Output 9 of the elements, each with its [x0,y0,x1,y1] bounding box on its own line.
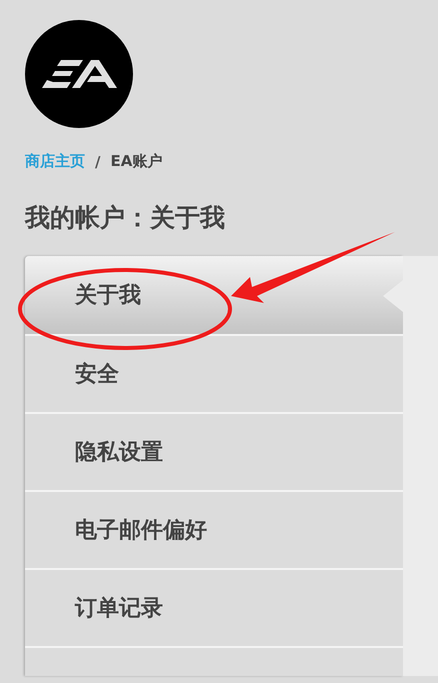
menu-item[interactable]: 电子邮件偏好 [25,492,403,570]
menu-item[interactable]: 隐私设置 [25,414,403,492]
logo-icon [25,20,133,128]
page-heading: 我的帐户：关于我 [25,202,226,234]
breadcrumb-separator: / [95,152,100,170]
menu-item[interactable]: 订单记录 [25,570,403,648]
menu-item[interactable]: 关于我 [25,256,403,336]
breadcrumb-current: EA账户 [110,152,162,171]
menu-item[interactable]: 安全 [25,336,403,414]
